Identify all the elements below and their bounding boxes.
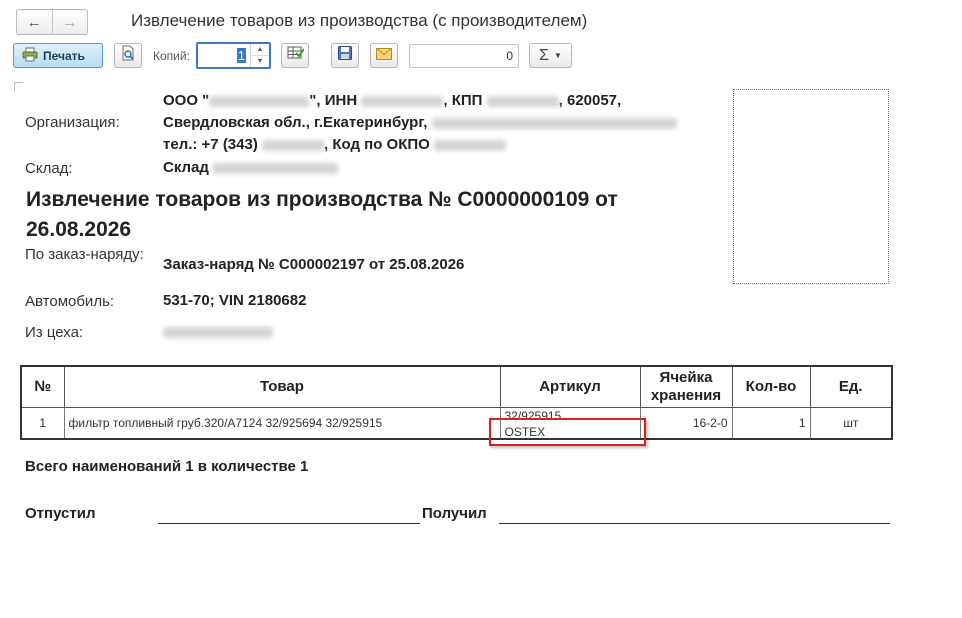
car-value: 531-70; VIN 2180682 [163, 292, 307, 309]
sum-field: 0 [409, 44, 519, 68]
copies-stepper[interactable]: ▲ ▼ [250, 44, 269, 67]
preview-icon [121, 45, 136, 66]
cell-num: 1 [20, 407, 65, 440]
table-header-row: № Товар Артикул Ячейка хранения Кол-во Е… [20, 365, 893, 408]
col-header-qty: Кол-во [731, 365, 811, 408]
order-value: Заказ-наряд № С000002197 от 25.08.2026 [163, 256, 465, 273]
highlight-annotation [489, 418, 646, 446]
org-line-2: Свердловская обл., г.Екатеринбург, [163, 112, 677, 134]
fill-table-icon [287, 46, 305, 65]
sigma-icon: Σ [539, 46, 549, 64]
save-icon [338, 46, 352, 65]
forward-button[interactable]: → [51, 10, 88, 34]
redacted-okpo [434, 139, 506, 151]
spin-up-icon[interactable]: ▲ [251, 44, 269, 55]
document-title: Извлечение товаров из производства № С00… [26, 188, 618, 241]
total-summary: Всего наименований 1 в количестве 1 [25, 458, 309, 475]
cell-unit: шт [809, 407, 893, 440]
copies-input[interactable]: 1 ▲ ▼ [196, 42, 271, 69]
col-header-num: № [20, 365, 65, 408]
redacted-inn [361, 95, 444, 107]
chevron-down-icon: ▼ [553, 51, 562, 60]
sheet-corner [14, 82, 23, 91]
preview-button[interactable] [114, 43, 142, 68]
released-label: Отпустил [25, 505, 96, 522]
arrow-left-icon: ← [26, 13, 42, 31]
back-button[interactable]: ← [17, 10, 52, 34]
cell-storage: 16-2-0 [639, 407, 733, 440]
spin-down-icon[interactable]: ▼ [251, 55, 269, 67]
col-header-product: Товар [63, 365, 501, 408]
sum-mode-button[interactable]: Σ ▼ [529, 43, 572, 68]
window-title: Извлечение товаров из производства (с пр… [131, 11, 588, 30]
copies-value: 1 [236, 48, 246, 63]
redacted-phone [262, 139, 325, 151]
car-label: Автомобиль: [25, 293, 115, 310]
email-icon [376, 47, 392, 65]
copies-label: Копий: [153, 49, 190, 63]
cell-qty: 1 [731, 407, 811, 440]
arrow-right-icon: → [62, 13, 78, 31]
order-label: По заказ-наряду: [25, 246, 144, 263]
shop-value [163, 321, 273, 343]
released-signature-line [158, 523, 420, 524]
fill-table-button[interactable] [281, 43, 309, 68]
navigation-buttons: ← → [16, 9, 88, 35]
warehouse-value: Склад [163, 157, 339, 179]
table-row: 1 фильтр топливный груб.320/А7124 32/925… [20, 407, 893, 440]
org-line-1: ООО " ", ИНН , КПП , 620057, [163, 92, 622, 109]
redacted-kpp [486, 95, 559, 107]
redacted-shop [163, 326, 273, 338]
cell-product: фильтр топливный груб.320/А7124 32/92569… [63, 407, 501, 440]
org-value: ООО " ", ИНН , КПП , 620057, Свердловская… [163, 90, 677, 156]
printer-icon [22, 47, 38, 65]
col-header-unit: Ед. [809, 365, 893, 408]
col-header-cell: Ячейка хранения [639, 365, 733, 408]
redacted-org-name [209, 95, 310, 107]
redacted-address [431, 117, 677, 129]
org-label: Организация: [25, 114, 120, 131]
print-button[interactable]: Печать [13, 43, 103, 68]
received-signature-line [499, 523, 890, 524]
redacted-warehouse [213, 162, 339, 174]
shop-label: Из цеха: [25, 324, 84, 341]
col-header-article: Артикул [499, 365, 641, 408]
email-button[interactable] [370, 43, 398, 68]
received-label: Получил [422, 505, 487, 522]
print-button-label: Печать [43, 48, 85, 63]
items-table: № Товар Артикул Ячейка хранения Кол-во Е… [20, 365, 893, 440]
warehouse-label: Склад: [25, 160, 73, 177]
logo-placeholder [733, 89, 889, 284]
org-line-3: тел.: +7 (343) , Код по ОКПО [163, 134, 677, 156]
save-button[interactable] [331, 43, 359, 68]
